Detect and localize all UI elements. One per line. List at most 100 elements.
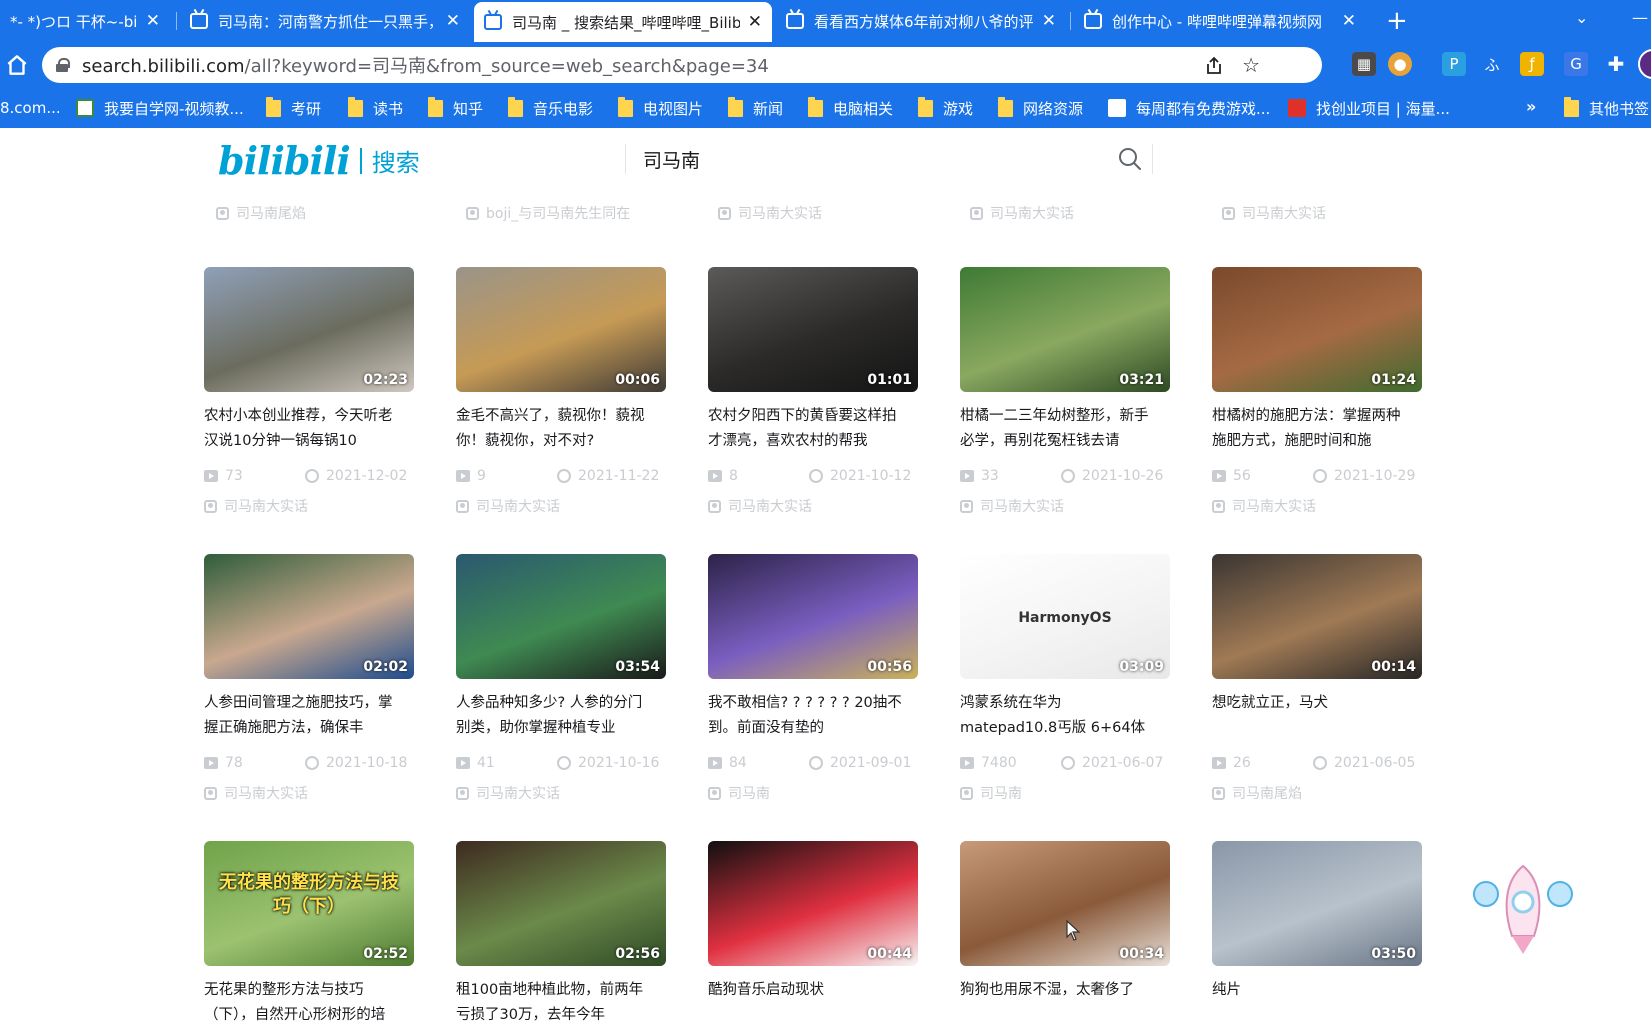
owner-link[interactable]: 司马南大实话	[456, 496, 666, 516]
tab-3-active[interactable]: 司马南 _ 搜索结果_哔哩哔哩_Bilibili ✕	[474, 2, 772, 42]
puzzle-extensions-icon[interactable]: ✚	[1604, 52, 1628, 76]
search-icon[interactable]	[1117, 146, 1143, 172]
mascot-rocket-icon[interactable]	[1468, 858, 1578, 958]
video-card[interactable]: 00:44 酷狗音乐启动现状	[708, 841, 918, 1028]
close-icon[interactable]: ✕	[146, 11, 160, 31]
video-title[interactable]: 纯片	[1212, 978, 1422, 1028]
bilibili-logo[interactable]: bilibili 搜索	[218, 138, 420, 183]
bookmark-item[interactable]: 8.com...	[0, 88, 61, 128]
close-icon[interactable]: ✕	[1342, 11, 1356, 31]
video-title[interactable]: 我不敢相信? ? ? ? ? ? 20抽不到。前面没有垫的	[708, 691, 918, 741]
video-card[interactable]: HarmonyOS 03:09 鸿蒙系统在华为matepad10.8丐版 6+64体…	[960, 554, 1170, 803]
video-thumbnail[interactable]: 02:56	[456, 841, 666, 966]
bookmark-folder[interactable]: 读书	[348, 88, 403, 128]
bookmark-folder[interactable]: 游戏	[918, 88, 973, 128]
owner-link[interactable]: 司马南大实话	[960, 496, 1170, 516]
address-bar[interactable]: search.bilibili.com/all?keyword=司马南&from…	[42, 47, 1322, 83]
bookmark-folder[interactable]: 电视图片	[618, 88, 703, 128]
video-card[interactable]: 03:50 纯片	[1212, 841, 1422, 1028]
video-thumbnail[interactable]: 03:21	[960, 267, 1170, 392]
owner-link[interactable]: 司马南大实话	[1212, 496, 1422, 516]
bookmark-folder[interactable]: 其他书签	[1564, 88, 1649, 128]
home-icon[interactable]	[4, 52, 30, 78]
bookmark-folder[interactable]: 知乎	[428, 88, 483, 128]
cookie-icon[interactable]: ●	[1388, 52, 1412, 76]
video-thumbnail[interactable]: 00:56	[708, 554, 918, 679]
video-title[interactable]: 酷狗音乐启动现状	[708, 978, 918, 1028]
video-title[interactable]: 农村小本创业推荐，今天听老汉说10分钟一锅每锅10	[204, 404, 414, 454]
video-thumbnail[interactable]: 01:24	[1212, 267, 1422, 392]
video-card[interactable]: 03:21 柑橘一二三年幼树整形，新手必学，再别花冤枉钱去请 33 2021-10-2…	[960, 267, 1170, 516]
owner-link[interactable]: 司马南大实话	[1222, 203, 1326, 223]
video-card[interactable]: 02:23 农村小本创业推荐，今天听老汉说10分钟一锅每锅10 73 2021-12-…	[204, 267, 414, 516]
new-tab-icon[interactable]: +	[1386, 6, 1408, 36]
video-title[interactable]: 人参田间管理之施肥技巧，掌握正确施肥方法，确保丰	[204, 691, 414, 741]
tab-2[interactable]: 司马南：河南警方抓住一只黑手， ✕	[180, 0, 470, 42]
video-title[interactable]: 金毛不高兴了，藐视你！藐视你！藐视你，对不对?	[456, 404, 666, 454]
avatar[interactable]	[1638, 49, 1651, 79]
video-thumbnail[interactable]: 00:34	[960, 841, 1170, 966]
owner-link[interactable]: boji_与司马南先生同在	[466, 203, 630, 223]
video-title[interactable]: 租100亩地种植此物，前两年亏损了30万，去年今年	[456, 978, 666, 1028]
bookmarks-overflow-button[interactable]: »	[1526, 97, 1536, 116]
video-title[interactable]: 柑橘树的施肥方法：掌握两种施肥方式，施肥时间和施	[1212, 404, 1422, 454]
video-title[interactable]: 鸿蒙系统在华为matepad10.8丐版 6+64体	[960, 691, 1170, 741]
video-title[interactable]: 柑橘一二三年幼树整形，新手必学，再别花冤枉钱去请	[960, 404, 1170, 454]
video-thumbnail[interactable]: 00:14	[1212, 554, 1422, 679]
bookmark-folder[interactable]: 考研	[266, 88, 321, 128]
share-icon[interactable]	[1204, 56, 1224, 76]
close-icon[interactable]: ✕	[446, 11, 460, 31]
video-thumbnail[interactable]: 03:54	[456, 554, 666, 679]
owner-link[interactable]: 司马南大实话	[708, 496, 918, 516]
video-thumbnail[interactable]: 03:50	[1212, 841, 1422, 966]
close-icon[interactable]: ✕	[1042, 11, 1056, 31]
owner-link[interactable]: 司马南	[960, 783, 1170, 803]
bookmark-folder[interactable]: 网络资源	[998, 88, 1083, 128]
translate-icon[interactable]: G	[1564, 52, 1588, 76]
tab-5[interactable]: 创作中心 - 哔哩哔哩弹幕视频网 ✕	[1074, 0, 1366, 42]
video-thumbnail[interactable]: 01:01	[708, 267, 918, 392]
video-title[interactable]: 想吃就立正，马犬	[1212, 691, 1422, 741]
video-thumbnail[interactable]: 02:23	[204, 267, 414, 392]
video-card[interactable]: 01:24 柑橘树的施肥方法：掌握两种施肥方式，施肥时间和施 56 2021-10-2…	[1212, 267, 1422, 516]
url-text[interactable]: search.bilibili.com/all?keyword=司马南&from…	[82, 52, 769, 78]
video-card[interactable]: 01:01 农村夕阳西下的黄昏要这样拍才漂亮，喜欢农村的帮我 8 2021-10-12…	[708, 267, 918, 516]
extension-p-icon[interactable]: P	[1442, 52, 1466, 76]
video-card[interactable]: 00:14 想吃就立正，马犬 26 2021-06-05 司马南尾焰	[1212, 554, 1422, 803]
minimize-icon[interactable]: —	[1632, 8, 1648, 27]
video-title[interactable]: 人参品种知多少? 人参的分门别类，助你掌握种植专业	[456, 691, 666, 741]
video-thumbnail[interactable]: HarmonyOS 03:09	[960, 554, 1170, 679]
bookmark-item[interactable]: 找创业项目 | 海量...	[1288, 88, 1450, 128]
video-thumbnail[interactable]: 无花果的整形方法与技巧（下） 02:52	[204, 841, 414, 966]
video-card[interactable]: 00:56 我不敢相信? ? ? ? ? ? 20抽不到。前面没有垫的 84 2021…	[708, 554, 918, 803]
extension-fu-icon[interactable]: ふ	[1480, 52, 1504, 76]
qr-code-icon[interactable]: ▦	[1352, 52, 1376, 76]
bookmark-folder[interactable]: 新闻	[728, 88, 783, 128]
video-thumbnail[interactable]: 00:06	[456, 267, 666, 392]
video-card[interactable]: 03:54 人参品种知多少? 人参的分门别类，助你掌握种植专业 41 2021-10-…	[456, 554, 666, 803]
owner-link[interactable]: 司马南	[708, 783, 918, 803]
owner-link[interactable]: 司马南大实话	[204, 783, 414, 803]
close-icon[interactable]: ✕	[748, 12, 762, 32]
search-input[interactable]	[643, 148, 1103, 170]
bookmark-item[interactable]: 我要自学网-视频教...	[76, 88, 244, 128]
video-card[interactable]: 02:02 人参田间管理之施肥技巧，掌握正确施肥方法，确保丰 78 2021-10-1…	[204, 554, 414, 803]
bookmark-folder[interactable]: 电脑相关	[808, 88, 893, 128]
video-card[interactable]: 00:06 金毛不高兴了，藐视你！藐视你！藐视你，对不对? 9 2021-11-22 司…	[456, 267, 666, 516]
owner-link[interactable]: 司马南大实话	[204, 496, 414, 516]
video-title[interactable]: 狗狗也用尿不湿，太奢侈了	[960, 978, 1170, 1028]
owner-link[interactable]: 司马南尾焰	[216, 203, 306, 223]
tab-4[interactable]: 看看西方媒体6年前对柳八爷的评价 ✕	[776, 0, 1066, 42]
bookmark-folder[interactable]: 音乐电影	[508, 88, 593, 128]
video-card[interactable]: 00:34 狗狗也用尿不湿，太奢侈了	[960, 841, 1170, 1028]
video-thumbnail[interactable]: 02:02	[204, 554, 414, 679]
owner-link[interactable]: 司马南大实话	[456, 783, 666, 803]
video-thumbnail[interactable]: 00:44	[708, 841, 918, 966]
video-title[interactable]: 农村夕阳西下的黄昏要这样拍才漂亮，喜欢农村的帮我	[708, 404, 918, 454]
owner-link[interactable]: 司马南大实话	[970, 203, 1074, 223]
video-title[interactable]: 无花果的整形方法与技巧（下），自然开心形树形的培	[204, 978, 414, 1028]
bookmark-item[interactable]: 每周都有免费游戏...	[1108, 88, 1270, 128]
tab-1[interactable]: *- *)つロ 干杯~-bilibili ✕	[0, 0, 170, 42]
lock-icon[interactable]	[56, 58, 70, 72]
chevron-down-icon[interactable]: ⌄	[1575, 8, 1588, 27]
